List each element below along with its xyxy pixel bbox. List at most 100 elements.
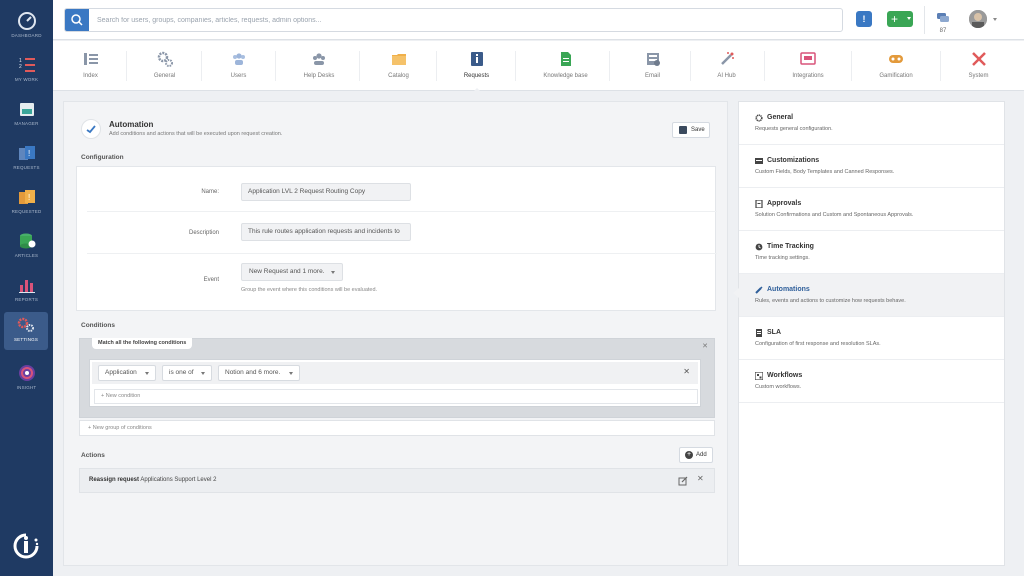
- pencil-icon: [755, 286, 763, 294]
- articles-icon: [19, 233, 35, 249]
- svg-text:2: 2: [19, 64, 22, 70]
- divider: [924, 6, 925, 34]
- chevron-down-icon: [289, 372, 293, 375]
- side-item-title: Approvals: [767, 200, 802, 207]
- side-item-desc: Solution Confirmations and Custom and Sp…: [755, 212, 914, 218]
- tab-requests[interactable]: Requests: [449, 41, 504, 92]
- side-item-automations[interactable]: Automations Rules, events and actions to…: [733, 274, 1004, 317]
- condition-values-select[interactable]: Notion and 6 more.: [218, 365, 300, 381]
- nav-item-requested[interactable]: ! REQUESTED: [0, 184, 53, 224]
- edit-icon[interactable]: [678, 476, 688, 486]
- tab-separator: [851, 51, 852, 81]
- event-select[interactable]: New Request and 1 more.: [241, 263, 343, 281]
- side-item-title: Time Tracking: [767, 243, 814, 250]
- action-type: Reassign request: [89, 477, 140, 483]
- gear-icon: [755, 114, 763, 122]
- tab-separator: [275, 51, 276, 81]
- side-item-desc: Configuration of first response and reso…: [755, 341, 881, 347]
- gears-icon: [157, 51, 173, 67]
- new-condition-button[interactable]: + New condition: [94, 389, 698, 404]
- gamepad-icon: [889, 55, 903, 63]
- user-avatar[interactable]: [969, 10, 987, 28]
- nav-label: SETTINGS: [13, 337, 39, 342]
- add-action-button[interactable]: + Add: [679, 447, 713, 463]
- name-field[interactable]: Application LVL 2 Request Routing Copy: [241, 183, 411, 201]
- nav-item-insight[interactable]: INSIGHT: [0, 360, 53, 400]
- save-button[interactable]: Save: [672, 122, 710, 138]
- tab-users[interactable]: Users: [211, 41, 266, 91]
- tab-email[interactable]: Email: [625, 41, 680, 91]
- approvals-icon: [755, 200, 763, 208]
- chat-button[interactable]: 87: [933, 9, 953, 34]
- automation-header-icon: [81, 119, 101, 139]
- action-row: Reassign request Applications Support Le…: [79, 468, 715, 493]
- page-subtitle: Add conditions and actions that will be …: [109, 131, 283, 137]
- side-item-general[interactable]: General Requests general configuration.: [739, 102, 1004, 145]
- nav-item-manager[interactable]: MANAGER: [0, 96, 53, 136]
- chat-count: 87: [939, 28, 947, 34]
- condition-field-select[interactable]: Application: [98, 365, 156, 381]
- search-input[interactable]: [97, 12, 827, 28]
- description-field[interactable]: This rule routes application requests an…: [241, 223, 411, 241]
- side-item-desc: Custom workflows.: [755, 384, 802, 390]
- nav-label: INSIGHT: [16, 385, 37, 390]
- side-item-customizations[interactable]: Customizations Custom Fields, Body Templ…: [739, 145, 1004, 188]
- tab-separator: [126, 51, 127, 81]
- nav-item-my-work[interactable]: 12 MY WORK: [0, 52, 53, 92]
- side-item-desc: Requests general configuration.: [755, 126, 833, 132]
- match-all-selector[interactable]: Match all the following conditions: [92, 338, 193, 349]
- tab-gamification[interactable]: Gamification: [865, 41, 927, 91]
- tab-label: Catalog: [388, 73, 409, 79]
- left-nav: DASHBOARD 12 MY WORK MANAGER ! REQUESTS …: [0, 0, 53, 576]
- remove-condition-icon[interactable]: ✕: [683, 367, 690, 376]
- name-label: Name:: [201, 189, 219, 195]
- tab-knowledge-base[interactable]: Knowledge base: [533, 41, 598, 91]
- tab-index[interactable]: Index: [63, 41, 118, 91]
- manager-icon: [19, 103, 34, 116]
- tab-label: Integrations: [792, 73, 824, 79]
- nav-item-settings[interactable]: SETTINGS: [4, 312, 48, 350]
- nav-item-reports[interactable]: REPORTS: [0, 272, 53, 312]
- tab-help-desks[interactable]: Help Desks: [290, 41, 348, 91]
- nav-item-articles[interactable]: ARTICLES: [0, 228, 53, 268]
- new-group-button[interactable]: + New group of conditions: [79, 420, 715, 436]
- action-description: Reassign request Applications Support Le…: [89, 477, 216, 483]
- section-title-configuration: Configuration: [81, 154, 124, 161]
- tab-label: General: [153, 73, 176, 79]
- tab-general[interactable]: General: [137, 41, 192, 91]
- event-value: New Request and 1 more.: [249, 268, 325, 275]
- tab-label: System: [968, 73, 989, 79]
- close-icon[interactable]: ✕: [702, 342, 708, 350]
- add-new-button[interactable]: +: [887, 11, 913, 27]
- tab-system[interactable]: System: [951, 41, 1006, 91]
- help-desks-icon: [313, 53, 325, 65]
- nav-item-requests[interactable]: ! REQUESTS: [0, 140, 53, 180]
- search-button[interactable]: [65, 9, 89, 31]
- side-item-approvals[interactable]: Approvals Solution Confirmations and Cus…: [739, 188, 1004, 231]
- tab-catalog[interactable]: Catalog: [371, 41, 426, 91]
- svg-text:!: !: [28, 193, 30, 202]
- info-button[interactable]: !: [856, 11, 872, 27]
- tab-label: Knowledge base: [543, 73, 588, 79]
- remove-action-icon[interactable]: ✕: [697, 474, 704, 483]
- tab-separator: [609, 51, 610, 81]
- chevron-down-icon[interactable]: [993, 18, 997, 21]
- requests-icon: !: [18, 146, 35, 160]
- nav-label: REQUESTS: [13, 165, 40, 170]
- settings-tabs: Index General Users Help Desks Catalog R…: [53, 41, 1024, 92]
- gauge-icon: [17, 12, 36, 30]
- side-item-time-tracking[interactable]: Time Tracking Time tracking settings.: [739, 231, 1004, 274]
- tab-integrations[interactable]: Integrations: [778, 41, 838, 91]
- side-item-sla[interactable]: SLA Configuration of first response and …: [739, 317, 1004, 360]
- condition-operator-select[interactable]: is one of: [162, 365, 212, 381]
- tab-label: Index: [83, 73, 98, 79]
- description-label: Description: [188, 230, 219, 236]
- tab-label: Requests: [463, 73, 490, 79]
- nav-item-dashboard[interactable]: DASHBOARD: [0, 8, 53, 48]
- side-item-workflows[interactable]: Workflows Custom workflows.: [739, 360, 1004, 403]
- tab-ai-hub[interactable]: AI Hub: [699, 41, 754, 91]
- condition-field-value: Application: [105, 369, 137, 376]
- requests-settings-menu: General Requests general configuration. …: [733, 101, 1005, 566]
- tab-separator: [515, 51, 516, 81]
- nav-label: ARTICLES: [14, 253, 39, 258]
